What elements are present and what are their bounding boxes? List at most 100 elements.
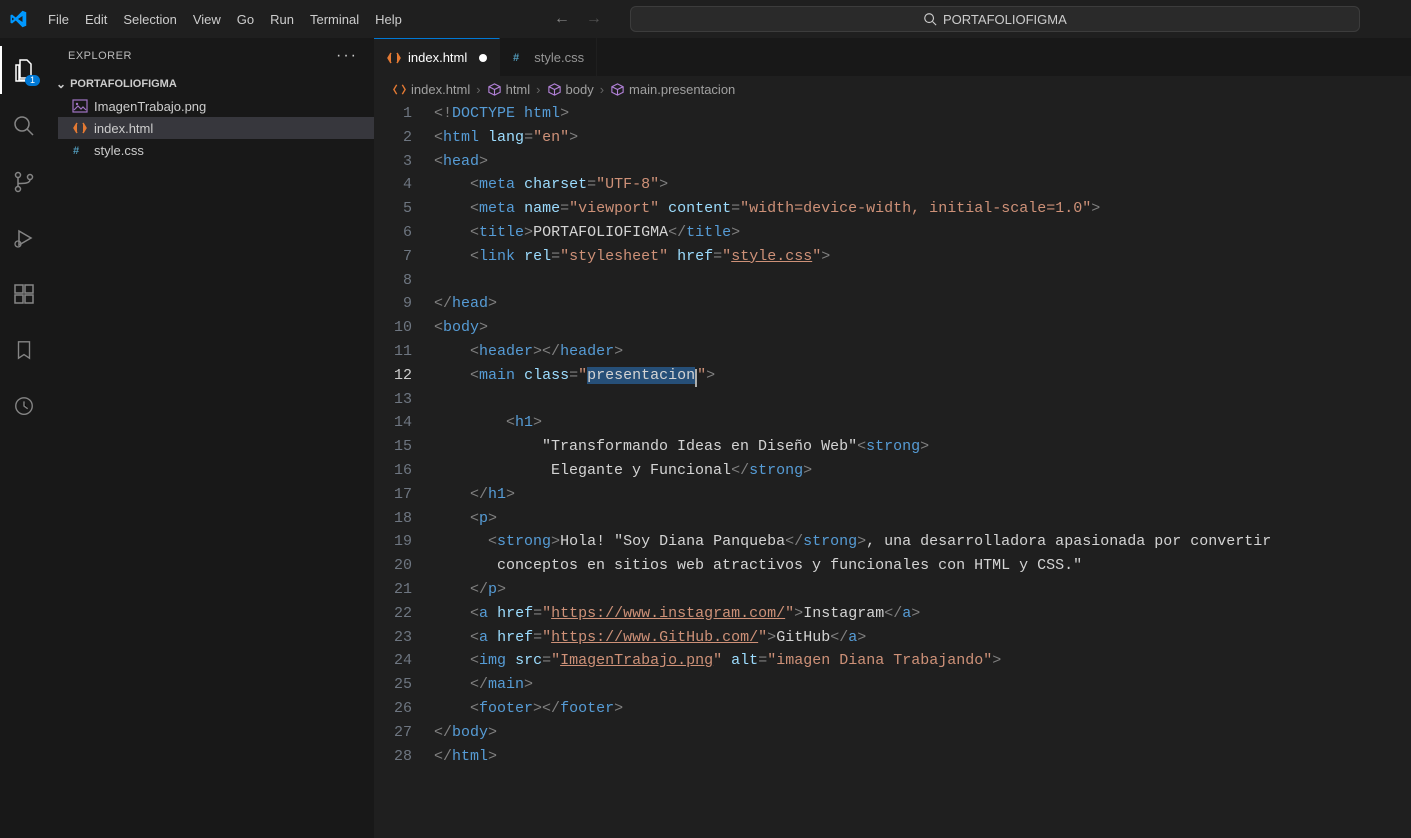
editor-tab[interactable]: # style.css: [500, 38, 597, 76]
activity-timeline[interactable]: [0, 382, 48, 430]
code-line[interactable]: </h1>: [434, 483, 1411, 507]
menu-item-selection[interactable]: Selection: [115, 8, 184, 31]
code-line[interactable]: <link rel="stylesheet" href="style.css">: [434, 245, 1411, 269]
image-file-icon: [72, 98, 88, 114]
code-line[interactable]: <footer></footer>: [434, 697, 1411, 721]
line-number: 18: [374, 507, 412, 531]
code-content[interactable]: <!DOCTYPE html><html lang="en"><head> <m…: [434, 102, 1411, 838]
css-file-icon: #: [512, 49, 528, 65]
code-line[interactable]: <title>PORTAFOLIOFIGMA</title>: [434, 221, 1411, 245]
menu-item-go[interactable]: Go: [229, 8, 262, 31]
line-number: 25: [374, 673, 412, 697]
search-icon: [12, 114, 36, 138]
code-line[interactable]: <head>: [434, 150, 1411, 174]
code-line[interactable]: <a href="https://www.GitHub.com/">GitHub…: [434, 626, 1411, 650]
activity-source-control[interactable]: [0, 158, 48, 206]
breadcrumb-item[interactable]: html: [487, 82, 531, 97]
file-item[interactable]: ImagenTrabajo.png: [58, 95, 374, 117]
breadcrumb[interactable]: index.html›html›body›main.presentacion: [374, 76, 1411, 102]
line-number: 6: [374, 221, 412, 245]
line-number: 27: [374, 721, 412, 745]
text-cursor: [695, 369, 697, 387]
dirty-indicator-icon: [479, 54, 487, 62]
code-line[interactable]: <h1>: [434, 411, 1411, 435]
breadcrumb-item[interactable]: index.html: [392, 82, 470, 97]
command-center[interactable]: PORTAFOLIOFIGMA: [630, 6, 1360, 32]
code-line[interactable]: <!DOCTYPE html>: [434, 102, 1411, 126]
code-line[interactable]: <body>: [434, 316, 1411, 340]
editor-tab[interactable]: index.html: [374, 38, 500, 76]
line-number: 2: [374, 126, 412, 150]
activity-bookmark[interactable]: [0, 326, 48, 374]
code-line[interactable]: "Transformando Ideas en Diseño Web"<stro…: [434, 435, 1411, 459]
line-number: 13: [374, 388, 412, 412]
activity-search[interactable]: [0, 102, 48, 150]
code-line[interactable]: Elegante y Funcional</strong>: [434, 459, 1411, 483]
search-icon: [923, 12, 937, 26]
menu-item-run[interactable]: Run: [262, 8, 302, 31]
code-editor[interactable]: 1234567891011121314151617181920212223242…: [374, 102, 1411, 838]
code-line[interactable]: <html lang="en">: [434, 126, 1411, 150]
breadcrumb-label: body: [566, 82, 594, 97]
chevron-down-icon: ⌄: [56, 77, 66, 91]
code-line[interactable]: <a href="https://www.instagram.com/">Ins…: [434, 602, 1411, 626]
line-number: 28: [374, 745, 412, 769]
code-line[interactable]: <meta charset="UTF-8">: [434, 173, 1411, 197]
line-number: 4: [374, 173, 412, 197]
symbol-icon: [487, 82, 502, 97]
tab-label: style.css: [534, 50, 584, 65]
tab-label: index.html: [408, 50, 467, 65]
sidebar-more-icon[interactable]: ···: [336, 47, 358, 65]
editor-area: index.html # style.css index.html›html›bod…: [374, 38, 1411, 838]
menu-item-edit[interactable]: Edit: [77, 8, 115, 31]
line-number: 17: [374, 483, 412, 507]
line-number: 21: [374, 578, 412, 602]
line-number: 20: [374, 554, 412, 578]
line-number: 19: [374, 530, 412, 554]
sidebar-project-header[interactable]: ⌄ PORTAFOLIOFIGMA: [48, 73, 374, 95]
symbol-icon: [547, 82, 562, 97]
file-name: ImagenTrabajo.png: [94, 99, 206, 114]
code-line[interactable]: </body>: [434, 721, 1411, 745]
code-line[interactable]: conceptos en sitios web atractivos y fun…: [434, 554, 1411, 578]
code-line[interactable]: [434, 269, 1411, 293]
command-center-text: PORTAFOLIOFIGMA: [943, 12, 1067, 27]
code-line[interactable]: </html>: [434, 745, 1411, 769]
nav-back-icon[interactable]: ←: [554, 10, 570, 28]
activity-run-debug[interactable]: [0, 214, 48, 262]
git-branch-icon: [12, 170, 36, 194]
menu-item-terminal[interactable]: Terminal: [302, 8, 367, 31]
code-line[interactable]: </head>: [434, 292, 1411, 316]
line-number: 22: [374, 602, 412, 626]
menu-item-file[interactable]: File: [40, 8, 77, 31]
line-number: 1: [374, 102, 412, 126]
code-line[interactable]: <main class="presentacion">: [434, 364, 1411, 388]
file-item[interactable]: #style.css: [58, 139, 374, 161]
svg-text:#: #: [513, 52, 519, 64]
code-line[interactable]: <p>: [434, 507, 1411, 531]
code-line[interactable]: <img src="ImagenTrabajo.png" alt="imagen…: [434, 649, 1411, 673]
code-line[interactable]: <meta name="viewport" content="width=dev…: [434, 197, 1411, 221]
code-line[interactable]: [434, 388, 1411, 412]
activity-explorer[interactable]: 1: [0, 46, 48, 94]
breadcrumb-item[interactable]: body: [547, 82, 594, 97]
menu-item-help[interactable]: Help: [367, 8, 410, 31]
activity-bar: 1: [0, 38, 48, 838]
line-number: 24: [374, 649, 412, 673]
breadcrumb-label: main.presentacion: [629, 82, 735, 97]
breadcrumb-label: html: [506, 82, 531, 97]
menu-item-view[interactable]: View: [185, 8, 229, 31]
svg-text:#: #: [73, 145, 79, 157]
code-line[interactable]: </p>: [434, 578, 1411, 602]
line-number: 11: [374, 340, 412, 364]
code-line[interactable]: </main>: [434, 673, 1411, 697]
sidebar: EXPLORER ··· ⌄ PORTAFOLIOFIGMA ImagenTra…: [48, 38, 374, 838]
code-line[interactable]: <header></header>: [434, 340, 1411, 364]
project-name: PORTAFOLIOFIGMA: [70, 78, 177, 90]
breadcrumb-item[interactable]: main.presentacion: [610, 82, 735, 97]
nav-forward-icon[interactable]: →: [586, 10, 602, 28]
file-item[interactable]: index.html: [58, 117, 374, 139]
code-line[interactable]: <strong>Hola! "Soy Diana Panqueba</stron…: [434, 530, 1411, 554]
file-list: ImagenTrabajo.png index.html#style.css: [48, 95, 374, 161]
activity-extensions[interactable]: [0, 270, 48, 318]
